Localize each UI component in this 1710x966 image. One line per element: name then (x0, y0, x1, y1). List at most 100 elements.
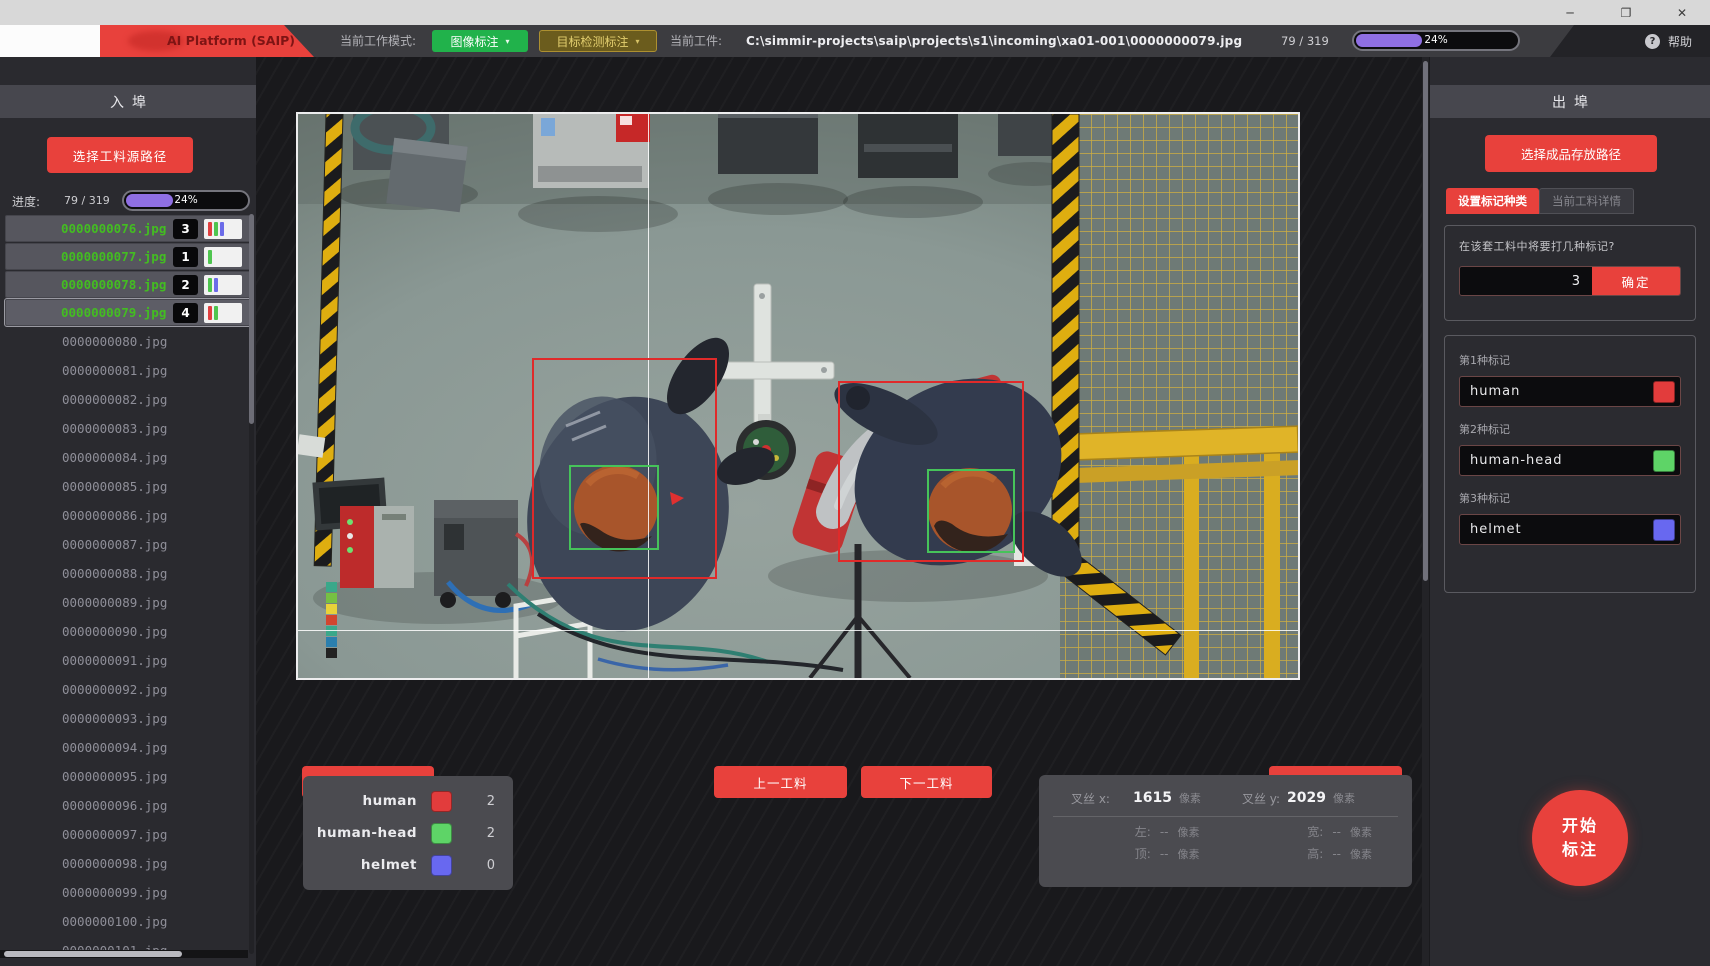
work-mode-label: 当前工作模式: (340, 25, 416, 57)
file-row[interactable]: 0000000076.jpg3 (5, 215, 251, 242)
workshop-photo (298, 114, 1298, 678)
file-row[interactable]: 0000000092.jpg (0, 675, 256, 704)
tab-set-label-types[interactable]: 设置标记种类 (1446, 188, 1539, 214)
legend-color-swatch[interactable] (431, 791, 452, 812)
cross-y-label: 叉丝 y: (1242, 790, 1280, 807)
box-width-unit: 像素 (1350, 824, 1372, 840)
workshop-photo-art (298, 114, 1298, 678)
label-color-picker[interactable] (1653, 381, 1675, 403)
bounding-box-human-head[interactable] (927, 469, 1015, 553)
file-row[interactable]: 0000000085.jpg (0, 472, 256, 501)
legend-color-swatch[interactable] (431, 855, 452, 876)
file-name: 0000000097.jpg (62, 827, 167, 842)
bounding-box-human-head[interactable] (569, 465, 659, 550)
file-row[interactable]: 0000000089.jpg (0, 588, 256, 617)
help-button[interactable]: 帮助 (1668, 33, 1692, 50)
file-row[interactable]: 0000000100.jpg (0, 907, 256, 936)
import-panel: 入埠 选择工料源路径 进度: 79 / 319 24% 0000000076.j… (0, 57, 256, 966)
file-row[interactable]: 0000000099.jpg (0, 878, 256, 907)
file-row[interactable]: 0000000094.jpg (0, 733, 256, 762)
file-row[interactable]: 0000000080.jpg (0, 327, 256, 356)
file-name: 0000000088.jpg (62, 566, 167, 581)
label-name-value: helmet (1470, 522, 1653, 537)
file-row[interactable]: 0000000097.jpg (0, 820, 256, 849)
progress-label: 进度: (12, 193, 40, 210)
start-annotation-button[interactable]: 开始标注 (1532, 790, 1628, 886)
stats-divider (1053, 816, 1398, 817)
mode-detection-button[interactable]: 目标检测标注 ▾ (539, 30, 657, 52)
next-item-button[interactable]: 下一工料 (861, 766, 992, 798)
file-name: 0000000081.jpg (62, 363, 167, 378)
legend-color-swatch[interactable] (431, 823, 452, 844)
select-output-path-button[interactable]: 选择成品存放路径 (1485, 135, 1657, 172)
box-top-label: 顶: (1135, 845, 1151, 862)
restore-icon[interactable]: ❐ (1598, 0, 1654, 25)
file-row[interactable]: 0000000081.jpg (0, 356, 256, 385)
label-count-group: 在该套工料中将要打几种标记? 3 确定 (1444, 225, 1696, 321)
label-color-bar (220, 222, 224, 236)
export-tabs: 设置标记种类 当前工料详情 (1446, 188, 1634, 214)
legend-label: helmet (315, 857, 417, 873)
file-row[interactable]: 0000000087.jpg (0, 530, 256, 559)
chevron-down-icon: ▾ (636, 37, 640, 46)
label-color-picker[interactable] (1653, 519, 1675, 541)
file-name: 0000000078.jpg (61, 277, 166, 292)
box-left-value: -- (1160, 825, 1169, 839)
label-types-group: 第1种标记human第2种标记human-head第3种标记helmet (1444, 335, 1696, 593)
label-type-title: 第3种标记 (1459, 490, 1681, 506)
box-left-label: 左: (1135, 823, 1151, 840)
file-list-scrollbar[interactable] (249, 214, 254, 954)
file-row[interactable]: 0000000078.jpg2 (5, 271, 251, 298)
file-name: 0000000087.jpg (62, 537, 167, 552)
file-list: 0000000076.jpg30000000077.jpg10000000078… (0, 214, 256, 959)
prev-item-button[interactable]: 上一工料 (714, 766, 847, 798)
legend-row: helmet0 (315, 851, 501, 879)
file-row[interactable]: 0000000090.jpg (0, 617, 256, 646)
file-row[interactable]: 0000000083.jpg (0, 414, 256, 443)
legend-label: human-head (315, 825, 417, 841)
file-list-hscrollbar[interactable] (0, 950, 248, 958)
workspace: 清除该图一切标记 上一工料 下一工料 保存该图一切标记 human2human-… (256, 57, 1422, 966)
sidebar-progress-bar: 24% (122, 190, 250, 211)
header-progress-count: 79 / 319 (1281, 25, 1329, 57)
label-color-picker[interactable] (1653, 450, 1675, 472)
file-name: 0000000086.jpg (62, 508, 167, 523)
file-row[interactable]: 0000000095.jpg (0, 762, 256, 791)
image-viewer[interactable] (296, 112, 1300, 680)
select-source-path-button[interactable]: 选择工料源路径 (47, 137, 193, 173)
import-panel-title: 入埠 (0, 85, 256, 118)
file-row[interactable]: 0000000084.jpg (0, 443, 256, 472)
help-icon[interactable]: ? (1645, 34, 1660, 49)
label-name-input[interactable]: helmet (1459, 514, 1681, 545)
file-row[interactable]: 0000000088.jpg (0, 559, 256, 588)
file-row[interactable]: 0000000098.jpg (0, 849, 256, 878)
export-panel: 出埠 选择成品存放路径 设置标记种类 当前工料详情 在该套工料中将要打几种标记?… (1430, 57, 1710, 966)
file-name: 0000000080.jpg (62, 334, 167, 349)
file-row-selected[interactable]: 0000000079.jpg4 (5, 299, 251, 326)
label-count-input[interactable]: 3 (1460, 267, 1592, 295)
app-window: ─ ❐ ✕ AI Platform (SAIP) 当前工作模式: 图像标注 ▾ … (0, 0, 1710, 966)
file-row[interactable]: 0000000086.jpg (0, 501, 256, 530)
box-width-label: 宽: (1307, 823, 1323, 840)
file-name: 0000000095.jpg (62, 769, 167, 784)
mode-image-annotation-button[interactable]: 图像标注 ▾ (432, 30, 528, 52)
file-name: 0000000077.jpg (61, 249, 166, 264)
right-panel-scrollbar-thumb[interactable] (1423, 61, 1428, 581)
label-name-input[interactable]: human (1459, 376, 1681, 407)
file-row[interactable]: 0000000082.jpg (0, 385, 256, 414)
confirm-button[interactable]: 确定 (1592, 267, 1680, 295)
file-row[interactable]: 0000000091.jpg (0, 646, 256, 675)
label-name-input[interactable]: human-head (1459, 445, 1681, 476)
file-name: 0000000076.jpg (61, 221, 166, 236)
minimize-icon[interactable]: ─ (1542, 0, 1598, 25)
tab-current-item-details[interactable]: 当前工料详情 (1539, 188, 1634, 214)
file-list-scrollbar-thumb[interactable] (249, 214, 254, 424)
file-row[interactable]: 0000000093.jpg (0, 704, 256, 733)
file-list-hscrollbar-thumb[interactable] (4, 951, 182, 957)
file-row[interactable]: 0000000077.jpg1 (5, 243, 251, 270)
file-row[interactable]: 0000000096.jpg (0, 791, 256, 820)
right-panel-scrollbar[interactable] (1422, 57, 1429, 966)
legend-count: 2 (487, 794, 495, 809)
file-name: 0000000083.jpg (62, 421, 167, 436)
close-icon[interactable]: ✕ (1654, 0, 1710, 25)
